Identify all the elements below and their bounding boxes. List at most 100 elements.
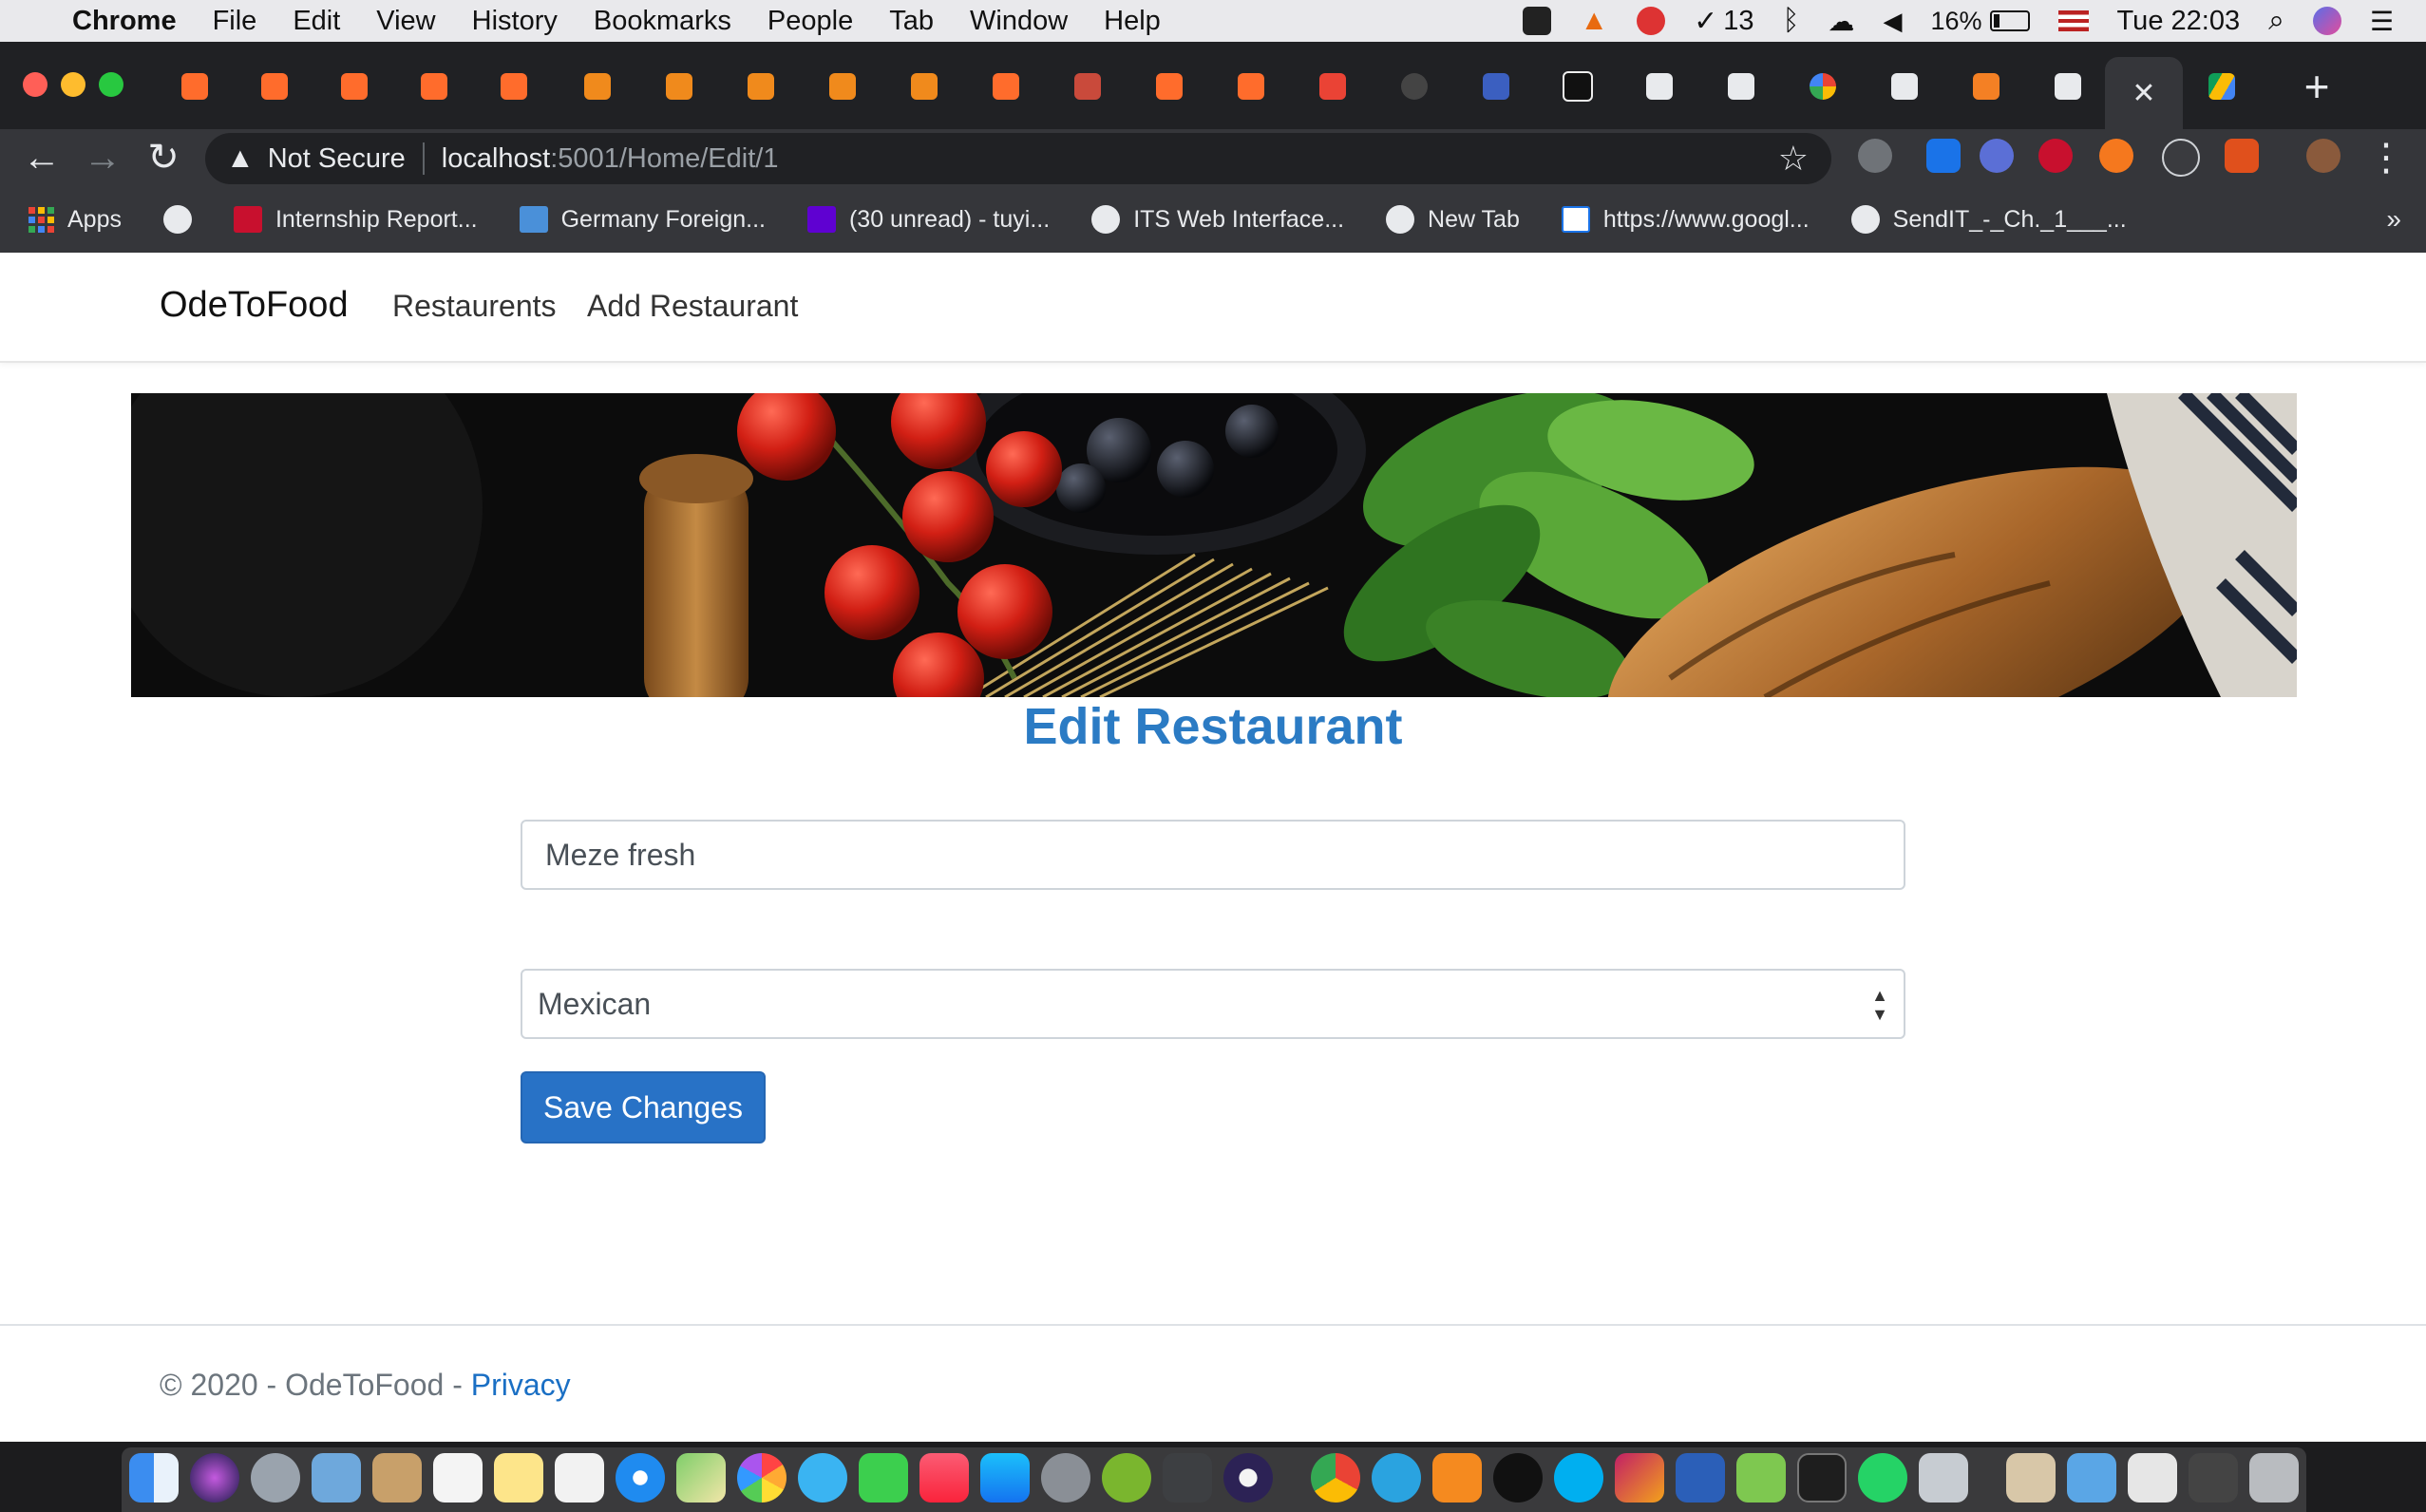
screenshot-folder-icon[interactable]	[2128, 1453, 2177, 1503]
chrome-menu-icon[interactable]: ⋮	[2361, 133, 2411, 182]
system-preferences-icon[interactable]	[1041, 1453, 1090, 1503]
browser-tab-cpanel-5[interactable]	[477, 59, 551, 114]
todo-check-icon[interactable]	[1493, 1453, 1543, 1503]
off-extension-icon[interactable]	[2225, 139, 2259, 173]
calendar-icon[interactable]	[433, 1453, 483, 1503]
photo-stack-icon[interactable]	[2006, 1453, 2056, 1503]
browser-tab-google[interactable]	[1786, 59, 1860, 114]
save-changes-button[interactable]: Save Changes	[521, 1071, 766, 1143]
music-icon[interactable]	[919, 1453, 969, 1503]
battery-app-icon[interactable]	[1736, 1453, 1786, 1503]
new-tab-button[interactable]: +	[2291, 61, 2342, 112]
bookmark-internship-report[interactable]: Internship Report...	[233, 206, 478, 234]
browser-tab-docs-4[interactable]	[2031, 59, 2105, 114]
menu-edit[interactable]: Edit	[293, 6, 340, 37]
menu-history[interactable]: History	[472, 6, 558, 37]
spotlight-search-icon[interactable]: ⌕	[2268, 5, 2284, 37]
photos-icon[interactable]	[737, 1453, 787, 1503]
menu-help[interactable]: Help	[1104, 6, 1161, 37]
site-brand[interactable]: OdeToFood	[160, 285, 349, 326]
blocker-extension-icon[interactable]	[1980, 139, 2014, 173]
app-store-icon[interactable]	[980, 1453, 1030, 1503]
clock[interactable]: Tue 22:03	[2117, 6, 2241, 37]
siri-icon[interactable]	[2312, 7, 2341, 35]
browser-tab-stackoverflow[interactable]	[1949, 59, 2023, 114]
window-zoom-button[interactable]	[99, 72, 123, 97]
address-bar[interactable]: ▲ Not Secure localhost :5001/Home/Edit/1…	[205, 133, 1831, 184]
browser-tab-docs-3[interactable]	[1867, 59, 1942, 114]
cuisine-select[interactable]: Mexican ▲ ▼	[521, 969, 1905, 1039]
profile-avatar[interactable]	[2306, 139, 2341, 173]
notes-icon[interactable]	[494, 1453, 543, 1503]
privacy-link[interactable]: Privacy	[471, 1368, 571, 1402]
downloads-stack-icon[interactable]	[2189, 1453, 2238, 1503]
browser-tab-cpanel-6[interactable]	[969, 59, 1043, 114]
browser-tab-moodle-2[interactable]	[642, 59, 716, 114]
chameleon-icon[interactable]	[1102, 1453, 1151, 1503]
browser-tab-mail-1[interactable]	[1051, 59, 1125, 114]
menu-file[interactable]: File	[213, 6, 257, 37]
flag-us-icon[interactable]	[2057, 10, 2089, 31]
browser-tab-drive[interactable]	[2185, 59, 2259, 114]
react-devtools-icon[interactable]	[2162, 139, 2200, 177]
browser-tab-moodle-4[interactable]	[806, 59, 880, 114]
browser-tab-github[interactable]	[1377, 59, 1451, 114]
browser-tab-docs-1[interactable]	[1622, 59, 1696, 114]
menu-people[interactable]: People	[768, 6, 853, 37]
applications-folder-icon[interactable]	[2067, 1453, 2116, 1503]
eclipse-icon[interactable]	[1223, 1453, 1273, 1503]
browser-tab-moodle-5[interactable]	[887, 59, 961, 114]
vlc-status-icon[interactable]: ▲	[1580, 5, 1608, 37]
whatsapp-icon[interactable]	[1858, 1453, 1907, 1503]
menu-tab[interactable]: Tab	[889, 6, 934, 37]
image-capture-icon[interactable]	[1919, 1453, 1968, 1503]
bookmark-its-web-interface[interactable]: ITS Web Interface...	[1091, 205, 1344, 234]
fire-extension-icon[interactable]	[2099, 139, 2133, 173]
browser-tab-c[interactable]	[1541, 59, 1615, 114]
nav-restaurants[interactable]: Restaurents	[392, 289, 557, 324]
chrome-dock-icon[interactable]	[1311, 1453, 1360, 1503]
control-center-icon[interactable]: ☰	[2370, 6, 2394, 37]
facetime-icon[interactable]	[859, 1453, 908, 1503]
preview-icon[interactable]	[312, 1453, 361, 1503]
browser-tab-cpanel-3[interactable]	[317, 59, 391, 114]
browser-tab-cpanel-8[interactable]	[1214, 59, 1288, 114]
tasks-status-icon[interactable]: ✓ 13	[1694, 5, 1753, 38]
menu-window[interactable]: Window	[970, 6, 1068, 37]
bookmark-apps[interactable]: Apps	[28, 206, 122, 234]
bookmark-google-url[interactable]: https://www.googl...	[1561, 206, 1810, 234]
browser-tab-gmail[interactable]	[1296, 59, 1370, 114]
back-arrow-icon[interactable]: ←	[17, 133, 66, 182]
bookmark-yahoo-mail[interactable]: (30 unread) - tuyi...	[806, 206, 1050, 234]
notification-status-icon[interactable]	[1637, 7, 1666, 35]
battery-status[interactable]: 16%	[1931, 7, 2030, 36]
bookmark-sendit[interactable]: SendIT_-_Ch._1___...	[1850, 205, 2127, 234]
terminal-icon[interactable]	[1797, 1453, 1847, 1503]
skype-dock-icon[interactable]	[1554, 1453, 1603, 1503]
vlc-dock-icon[interactable]	[1432, 1453, 1482, 1503]
nav-add-restaurant[interactable]: Add Restaurant	[587, 289, 798, 324]
maps-icon[interactable]	[676, 1453, 726, 1503]
bookmark-germany-foreign[interactable]: Germany Foreign...	[519, 206, 766, 234]
browser-tab-mdb[interactable]	[1459, 59, 1533, 114]
launchpad-icon[interactable]	[251, 1453, 300, 1503]
finder-icon[interactable]	[129, 1453, 179, 1503]
browser-tab-active[interactable]: ✕	[2105, 57, 2183, 129]
warning-icon[interactable]: ▲	[226, 142, 255, 175]
forward-arrow-icon[interactable]: →	[78, 133, 127, 182]
bookmark-new-tab[interactable]: New Tab	[1386, 205, 1520, 234]
security-indicator[interactable]: Not Secure	[268, 143, 406, 175]
reload-icon[interactable]: ↻	[139, 133, 188, 182]
trash-icon[interactable]	[2249, 1453, 2299, 1503]
bookmark-globe[interactable]	[162, 205, 192, 234]
window-minimize-button[interactable]	[61, 72, 85, 97]
menu-view[interactable]: View	[376, 6, 435, 37]
bookmark-status-icon[interactable]	[1523, 7, 1552, 35]
volume-icon[interactable]: ◀	[1884, 7, 1903, 36]
browser-tab-cpanel-1[interactable]	[158, 59, 232, 114]
contacts-icon[interactable]	[372, 1453, 422, 1503]
cloud-sync-icon[interactable]: ☁	[1829, 6, 1855, 37]
browser-tab-cpanel-2[interactable]	[237, 59, 312, 114]
safari-icon[interactable]	[616, 1453, 665, 1503]
colorpick-extension-icon[interactable]	[1926, 139, 1961, 173]
